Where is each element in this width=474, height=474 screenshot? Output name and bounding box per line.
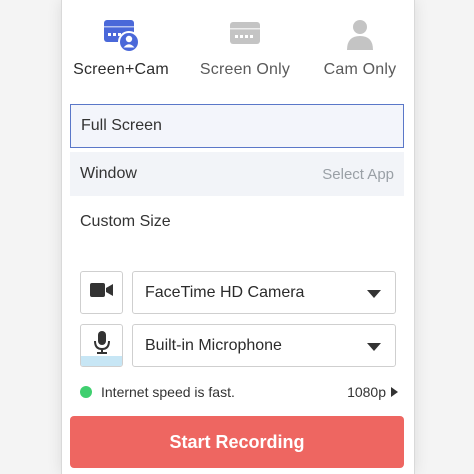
option-custom-size-label: Custom Size [80,213,171,230]
mode-screen-only-label: Screen Only [199,61,291,78]
option-window-label: Window [80,165,137,182]
option-full-screen-label: Full Screen [81,117,162,134]
video-camera-icon [89,282,114,303]
microphone-icon [93,331,111,360]
chevron-down-icon [367,290,381,298]
microphone-select-value: Built-in Microphone [145,336,282,354]
option-custom-size[interactable]: Custom Size [70,200,404,244]
microphone-toggle-button[interactable] [80,324,123,367]
camera-select-value: FaceTime HD Camera [145,283,305,301]
start-recording-label: Start Recording [169,431,305,452]
resolution-label[interactable]: 1080p [347,384,386,400]
option-full-screen[interactable]: Full Screen [70,104,404,148]
mode-screen-cam[interactable]: Screen+Cam [66,12,176,84]
chevron-down-icon [367,343,381,351]
mode-cam-only-label: Cam Only [323,61,397,78]
connection-status: Internet speed is fast. 1080p [80,382,398,402]
play-icon[interactable] [391,387,398,397]
option-window[interactable]: Window Select App [70,152,404,196]
person-icon [341,16,379,59]
screen-icon [226,16,264,59]
recorder-panel: Screen+Cam Screen Only Cam Only Full Scr… [61,0,415,474]
select-app-link[interactable]: Select App [322,166,404,183]
camera-select[interactable]: FaceTime HD Camera [132,271,396,314]
mode-cam-only[interactable]: Cam Only [305,12,415,84]
screen-cam-icon [102,16,140,59]
start-recording-button[interactable]: Start Recording [70,416,404,468]
microphone-select[interactable]: Built-in Microphone [132,324,396,367]
camera-toggle-button[interactable] [80,271,123,314]
status-indicator [80,386,92,398]
mode-screen-cam-label: Screen+Cam [73,61,169,78]
status-text: Internet speed is fast. [101,384,235,400]
mode-screen-only[interactable]: Screen Only [190,12,300,84]
